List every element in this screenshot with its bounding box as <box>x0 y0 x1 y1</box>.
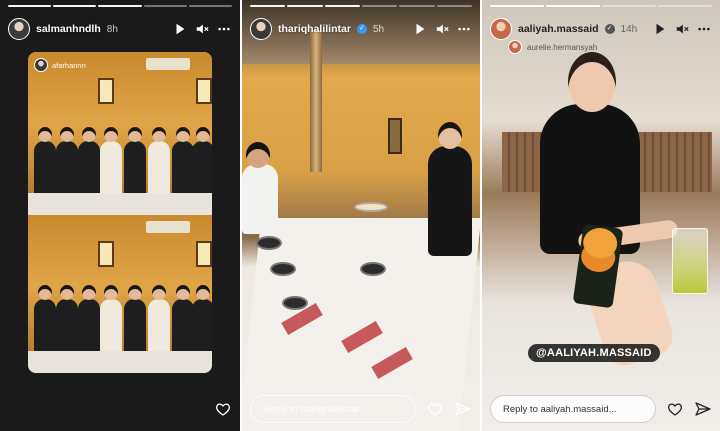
story-header: thariqhalilintar ✓ 5h <box>250 14 472 44</box>
avatar <box>508 40 522 54</box>
progress-segment <box>546 5 600 7</box>
username[interactable]: salmanhndlh <box>36 23 101 35</box>
avatar[interactable] <box>250 18 272 40</box>
more-dots-icon[interactable] <box>696 21 712 37</box>
reply-input[interactable]: Reply to aaliyah.massaid... <box>490 395 656 423</box>
heart-icon[interactable] <box>426 400 444 418</box>
progress-segment <box>602 5 656 7</box>
reply-input[interactable]: Reply to thariqhalilintar... <box>250 395 416 423</box>
progress-segment <box>436 5 472 7</box>
heart-icon[interactable] <box>214 400 232 418</box>
group-photo-bottom <box>28 215 212 373</box>
play-icon[interactable] <box>172 21 188 37</box>
progress-segment <box>8 5 52 7</box>
muted-speaker-icon[interactable] <box>674 21 690 37</box>
verified-badge-icon: ✓ <box>604 24 615 34</box>
username[interactable]: aaliyah.massaid <box>518 23 599 35</box>
progress-segment <box>250 5 286 7</box>
progress-segment <box>98 5 142 7</box>
story-footer <box>8 395 232 423</box>
progress-segment <box>143 5 187 7</box>
username[interactable]: thariqhalilintar <box>278 23 351 35</box>
story-panel-3[interactable]: aaliyah.massaid ✓ 14h aurelie.hermansyah… <box>482 0 720 431</box>
story-header: salmanhndlh 8h <box>8 14 232 44</box>
post-time: 5h <box>372 23 385 35</box>
tagged-username: afarhannn <box>52 60 86 70</box>
progress-bars <box>490 5 712 8</box>
send-icon[interactable] <box>454 400 472 418</box>
avatar[interactable] <box>8 18 30 40</box>
play-icon[interactable] <box>652 21 668 37</box>
mention-sticker[interactable]: @AALIYAH.MASSAID <box>528 344 660 362</box>
more-dots-icon[interactable] <box>216 21 232 37</box>
post-time: 14h <box>620 23 638 35</box>
progress-bars <box>250 5 472 8</box>
avatar <box>34 58 48 72</box>
muted-speaker-icon[interactable] <box>194 21 210 37</box>
story-footer: Reply to thariqhalilintar... <box>250 395 472 423</box>
send-icon[interactable] <box>694 400 712 418</box>
reshared-username: aurelie.hermansyah <box>527 42 598 52</box>
progress-bars <box>8 5 233 8</box>
stories-row: salmanhndlh 8h afarhannn thariqhalilinta… <box>0 0 720 431</box>
progress-segment <box>658 5 712 7</box>
heart-icon[interactable] <box>666 400 684 418</box>
progress-segment <box>53 5 97 7</box>
muted-speaker-icon[interactable] <box>434 21 450 37</box>
story-panel-2[interactable]: thariqhalilintar ✓ 5h Reply to thariqhal… <box>242 0 480 431</box>
post-time: 8h <box>106 23 118 35</box>
progress-segment <box>287 5 323 7</box>
story-footer: Reply to aaliyah.massaid... <box>490 395 712 423</box>
avatar[interactable] <box>490 18 512 40</box>
more-dots-icon[interactable] <box>456 21 472 37</box>
progress-segment <box>188 5 233 7</box>
restaurant-photo <box>242 0 480 431</box>
progress-segment <box>490 5 544 7</box>
progress-segment <box>399 5 435 7</box>
sushi-photo <box>482 0 720 431</box>
verified-badge-icon: ✓ <box>356 24 367 34</box>
play-icon[interactable] <box>412 21 428 37</box>
progress-segment <box>324 5 360 7</box>
group-photo-top: afarhannn <box>28 52 212 215</box>
tagged-user[interactable]: afarhannn <box>34 58 86 72</box>
reshared-from[interactable]: aurelie.hermansyah <box>508 40 597 54</box>
story-panel-1[interactable]: salmanhndlh 8h afarhannn <box>0 0 240 431</box>
progress-segment <box>361 5 398 7</box>
